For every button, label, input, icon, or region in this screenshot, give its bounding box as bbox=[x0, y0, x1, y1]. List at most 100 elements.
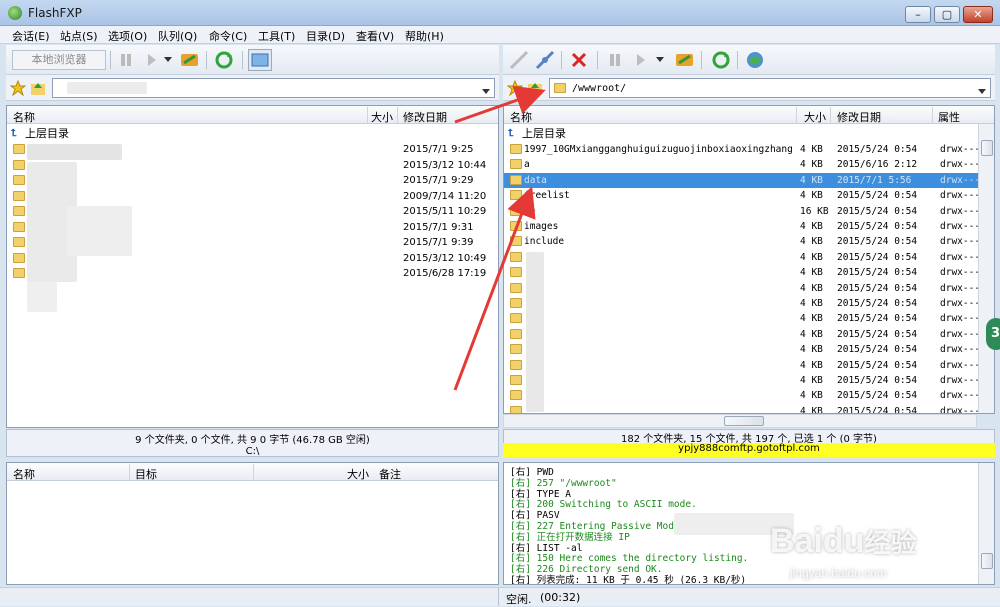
table-row[interactable]: 4 KB 2015/5/24 0:54 drwx--- bbox=[504, 327, 980, 342]
folder-icon bbox=[510, 174, 522, 185]
site-manager-icon[interactable] bbox=[673, 49, 697, 71]
refresh-icon[interactable] bbox=[709, 49, 733, 71]
disconnect-icon[interactable] bbox=[533, 49, 557, 71]
site-manager-icon[interactable] bbox=[178, 49, 202, 71]
column-name[interactable]: 名称 bbox=[510, 109, 532, 125]
flashfxp-logo-icon bbox=[8, 6, 22, 20]
parent-directory-row[interactable]: ⮤ 上层目录 bbox=[7, 126, 498, 141]
close-button[interactable]: ✕ bbox=[963, 6, 993, 23]
log-scrollbar[interactable] bbox=[978, 463, 994, 584]
table-row[interactable]: 4 KB 2015/5/24 0:54 drwx--- bbox=[504, 311, 981, 326]
row-date: 2015/7/1 9:25 bbox=[403, 144, 474, 155]
local-path-input[interactable] bbox=[52, 78, 495, 98]
row-date: 2015/5/24 0:54 bbox=[837, 390, 918, 402]
row-size: 4 KB bbox=[800, 221, 823, 232]
menu-directory[interactable]: 目录(D) bbox=[306, 28, 345, 44]
minimize-button[interactable]: – bbox=[905, 6, 931, 23]
table-row[interactable]: 4 KB 2015/5/24 0:54 drwx--- bbox=[504, 342, 980, 357]
remote-path-input[interactable]: /wwwroot/ bbox=[549, 78, 991, 98]
menu-queue[interactable]: 队列(Q) bbox=[158, 28, 197, 44]
folder-icon bbox=[13, 237, 25, 247]
table-row[interactable]: 4 KB 2015/5/24 0:54 drwx--- bbox=[504, 296, 980, 311]
view-toggle-icon[interactable] bbox=[248, 49, 272, 71]
pause-icon[interactable] bbox=[603, 49, 627, 71]
favorite-star-icon[interactable] bbox=[8, 77, 28, 99]
refresh-icon[interactable] bbox=[212, 49, 236, 71]
table-row[interactable]: 4 KB 2015/5/24 0:54 drwx--- bbox=[504, 373, 980, 388]
remote-hscrollbar[interactable] bbox=[503, 414, 977, 428]
table-row[interactable]: 2015/7/1 9:29 bbox=[7, 173, 498, 188]
transfer-icon[interactable] bbox=[629, 49, 653, 71]
favorite-star-icon[interactable] bbox=[505, 77, 525, 99]
queue-column-size[interactable]: 大小 bbox=[347, 466, 369, 482]
hscrollbar-thumb[interactable] bbox=[724, 416, 764, 426]
chevron-down-icon[interactable] bbox=[653, 49, 667, 71]
up-folder-icon[interactable] bbox=[28, 77, 48, 99]
table-row[interactable]: 4 KB 2015/5/24 0:54 drwx--- bbox=[504, 388, 980, 403]
column-date[interactable]: 修改日期 bbox=[837, 109, 881, 125]
pause-icon[interactable] bbox=[114, 49, 138, 71]
column-attr[interactable]: 属性 bbox=[938, 109, 960, 125]
parent-directory-row[interactable]: ⮤ 上层目录 bbox=[504, 126, 994, 141]
queue-column-name[interactable]: 名称 bbox=[13, 466, 35, 482]
row-size: 4 KB bbox=[800, 251, 823, 263]
watermark-brand-text2: 经验 bbox=[864, 528, 917, 558]
table-row[interactable]: 4 KB 2015/5/24 0:54 drwx--- bbox=[504, 358, 980, 373]
table-row[interactable]: images 4 KB 2015/5/24 0:54 drwx--- bbox=[504, 219, 980, 234]
column-size[interactable]: 大小 bbox=[371, 109, 393, 125]
table-row[interactable]: he 16 KB 2015/5/24 0:54 drwx--- bbox=[504, 204, 980, 219]
local-browser-button[interactable]: 本地浏览器 bbox=[12, 50, 106, 70]
side-badge[interactable]: 3 bbox=[986, 318, 1000, 350]
scrollbar-thumb[interactable] bbox=[981, 140, 993, 156]
menu-session[interactable]: 会话(E) bbox=[12, 28, 50, 44]
up-folder-icon[interactable] bbox=[525, 77, 545, 99]
folder-icon bbox=[13, 175, 25, 185]
queue-column-note[interactable]: 备注 bbox=[379, 466, 401, 482]
row-name: he bbox=[524, 205, 536, 217]
toolbar-separator bbox=[110, 51, 111, 69]
connect-icon[interactable] bbox=[507, 49, 531, 71]
maximize-button[interactable]: ▢ bbox=[934, 6, 960, 23]
table-row[interactable]: 4 KB 2015/5/24 0:54 drwx--- bbox=[504, 250, 981, 265]
column-name[interactable]: 名称 bbox=[13, 109, 35, 125]
table-row[interactable]: freelist 4 KB 2015/5/24 0:54 drwx--- bbox=[504, 188, 980, 203]
menu-options[interactable]: 选项(O) bbox=[108, 28, 147, 44]
globe-icon[interactable] bbox=[743, 49, 767, 71]
folder-icon bbox=[13, 159, 25, 170]
scrollbar-thumb[interactable] bbox=[981, 553, 993, 569]
table-row[interactable]: 4 KB 2015/5/24 0:54 drwx--- bbox=[504, 281, 981, 296]
menu-view[interactable]: 查看(V) bbox=[356, 28, 394, 44]
up-arrow-icon: ⮤ bbox=[508, 128, 514, 139]
table-row[interactable]: include 4 KB 2015/5/24 0:54 drwx--- bbox=[504, 234, 980, 249]
menu-commands[interactable]: 命令(C) bbox=[209, 28, 247, 44]
abort-icon[interactable] bbox=[567, 49, 591, 71]
remote-host-text: ypjy888comftp.gotoftpl.com bbox=[503, 443, 995, 457]
local-column-header: 名称 大小 修改日期 bbox=[7, 106, 498, 124]
row-size: 4 KB bbox=[800, 344, 823, 356]
row-attr: drwx--- bbox=[940, 313, 981, 325]
chevron-down-icon[interactable] bbox=[161, 49, 175, 71]
watermark-brand: Baidu经验 bbox=[770, 522, 916, 561]
table-row[interactable]: 4 KB 2015/5/24 0:54 drwx--- bbox=[504, 265, 980, 280]
log-pane: [右] PWD [右] 257 "/wwwroot" [右] TYPE A [右] 2… bbox=[503, 462, 995, 585]
row-date: 2015/5/24 0:54 bbox=[837, 205, 918, 217]
table-row[interactable]: 1997_10GMxiangganghuiguizuguojinboxiaoxi… bbox=[504, 142, 980, 157]
chevron-down-icon[interactable] bbox=[482, 85, 490, 98]
remote-scrollbar[interactable] bbox=[978, 124, 994, 413]
row-date: 2009/7/14 11:20 bbox=[403, 190, 487, 202]
row-attr: drwx--- bbox=[940, 282, 981, 294]
queue-column-target[interactable]: 目标 bbox=[135, 466, 157, 482]
table-row[interactable]: 2009/7/14 11:20 bbox=[7, 189, 498, 204]
menu-help[interactable]: 帮助(H) bbox=[405, 28, 444, 44]
chevron-down-icon[interactable] bbox=[978, 85, 986, 98]
table-row-selected[interactable]: data 4 KB 2015/7/1 5:56 drwx--- bbox=[504, 172, 980, 188]
menu-tools[interactable]: 工具(T) bbox=[258, 28, 295, 44]
row-attr: drwx--- bbox=[940, 251, 981, 263]
table-row[interactable]: 4 KB 2015/5/24 0:54 drwx--- bbox=[504, 404, 980, 413]
column-date[interactable]: 修改日期 bbox=[403, 109, 447, 125]
menu-site[interactable]: 站点(S) bbox=[60, 28, 98, 44]
parent-directory-label: 上层目录 bbox=[522, 127, 566, 140]
table-row[interactable]: a 4 KB 2015/6/16 2:12 drwx--- bbox=[504, 157, 980, 172]
table-row[interactable]: 2015/6/28 17:19 bbox=[7, 266, 498, 281]
column-size[interactable]: 大小 bbox=[804, 109, 826, 125]
